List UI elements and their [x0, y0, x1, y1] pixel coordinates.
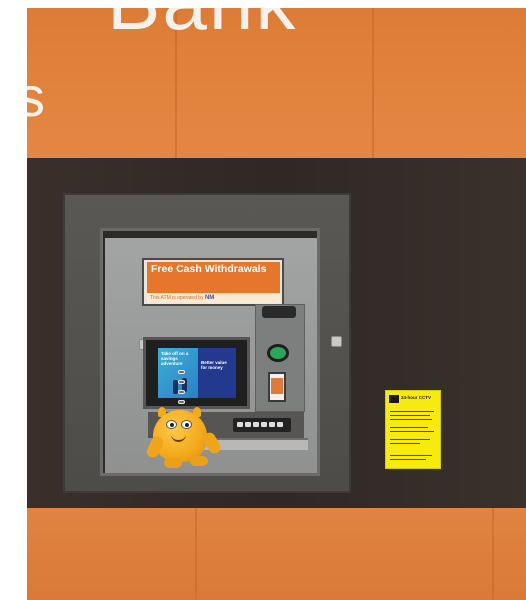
screen-side-key[interactable] — [178, 380, 185, 384]
card-slot-insert — [271, 378, 283, 394]
keypad-key[interactable] — [245, 422, 251, 427]
notice-title: 24-hour CCTV — [401, 395, 432, 400]
notice-text-line — [390, 443, 420, 444]
cctv-notice: 24-hour CCTV — [385, 390, 441, 469]
keypad-key[interactable] — [277, 422, 283, 427]
sign-operator-strip: This ATM is operated by NM — [147, 294, 280, 303]
receipt-slot — [262, 306, 296, 318]
notice-text-line — [390, 431, 434, 432]
screen-right-text: Better value for money — [201, 360, 227, 370]
screen-left-text: Take off on a savings adventure — [161, 351, 189, 366]
wall-seam — [372, 8, 374, 158]
operator-logo: NM — [204, 295, 215, 301]
screw — [331, 336, 342, 347]
sign-orange-panel: Free Cash Withdrawals — [147, 262, 280, 293]
notice-text-line — [390, 415, 430, 416]
toy-pupil — [170, 423, 174, 427]
sign-subtitle: This ATM is operated by — [150, 295, 204, 301]
notice-text-line — [390, 439, 430, 440]
orange-wall-bottom — [27, 508, 526, 600]
wall-seam — [492, 508, 494, 600]
keypad-key[interactable] — [269, 422, 275, 427]
bank-signage-letter: s — [27, 65, 45, 128]
keypad[interactable] — [233, 418, 291, 432]
screen-side-key[interactable] — [178, 370, 185, 374]
toy-foot — [164, 458, 182, 468]
toy-pupil — [185, 423, 189, 427]
atm-screen[interactable]: Take off on a savings adventure Better v… — [158, 348, 236, 398]
screen-side-key[interactable] — [178, 390, 185, 394]
screen-side-key[interactable] — [178, 400, 185, 404]
green-button-icon[interactable] — [267, 344, 289, 362]
notice-text-line — [390, 427, 428, 428]
bank-signage-text: Bank — [107, 8, 297, 48]
notice-text-line — [390, 411, 434, 412]
keypad-key[interactable] — [237, 422, 243, 427]
screen-right-panel — [198, 348, 236, 398]
notice-text-line — [390, 455, 432, 456]
notice-text-line — [390, 419, 432, 420]
wall-seam — [195, 508, 197, 600]
toy-foot — [190, 456, 208, 466]
sign-title: Free Cash Withdrawals — [151, 263, 267, 275]
cctv-icon — [389, 395, 399, 403]
keypad-key[interactable] — [261, 422, 267, 427]
keypad-key[interactable] — [253, 422, 259, 427]
notice-text-line — [390, 459, 426, 460]
atm-header-sign: Free Cash Withdrawals This ATM is operat… — [142, 258, 284, 306]
